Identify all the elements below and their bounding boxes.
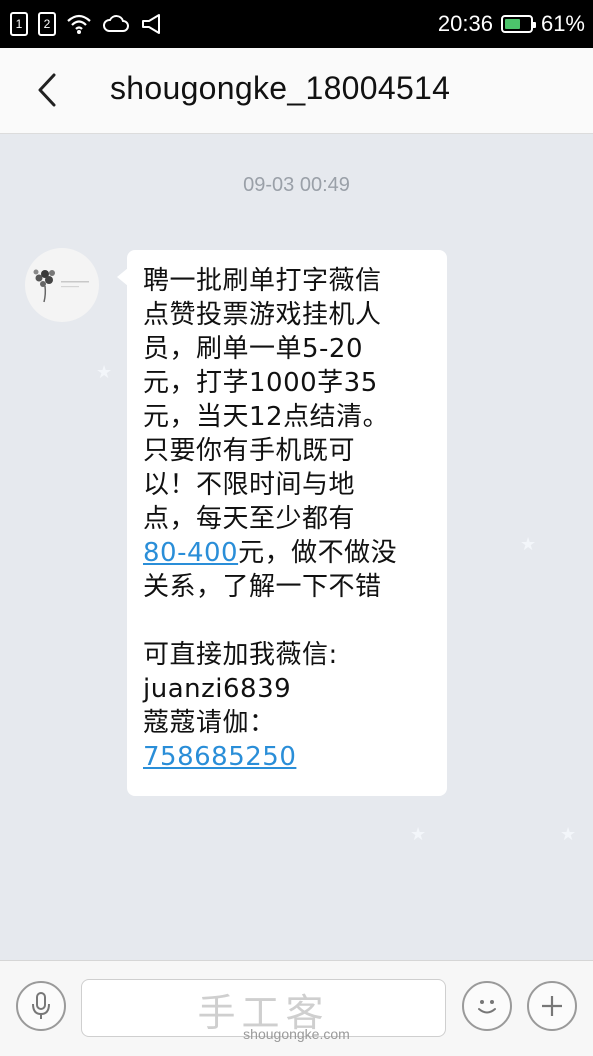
- message-text[interactable]: 聘一批刷单打字薇信 点赞投票游戏挂机人 员，刷单一单5-20 元，打芓1000芓…: [143, 264, 437, 774]
- plus-icon: [542, 996, 562, 1016]
- chevron-left-icon: [38, 73, 56, 107]
- input-bar: 手工客 shougongke.com: [0, 960, 593, 1056]
- message-bubble[interactable]: 聘一批刷单打字薇信 点赞投票游戏挂机人 员，刷单一单5-20 元，打芓1000芓…: [117, 250, 447, 796]
- back-button[interactable]: [22, 64, 72, 116]
- clock: 20:36: [437, 11, 493, 36]
- chat-area[interactable]: ★ ★ ★ ★ 09-03 00:49 聘一批刷单打字薇信 点赞投票游戏挂机人 …: [0, 134, 593, 960]
- sim-1-icon: 1: [10, 12, 28, 36]
- smiley-icon: [478, 1000, 496, 1014]
- phone-number-link[interactable]: 758685250: [143, 742, 296, 772]
- battery-percent: 61%: [540, 11, 585, 36]
- avatar-flower-image: [33, 269, 89, 303]
- background-star: ★: [410, 824, 427, 845]
- wifi-icon: [67, 14, 91, 34]
- sim-2-icon: 2: [38, 12, 56, 36]
- watermark-url: shougongke.com: [243, 1026, 350, 1042]
- emoji-button[interactable]: [462, 981, 512, 1031]
- status-left: 1 2: [10, 10, 166, 38]
- microphone-icon: [32, 992, 50, 1019]
- sender-avatar[interactable]: [25, 248, 99, 322]
- message-text-part2: 元，做不做没 关系，了解一下不错 可直接加我薇信: juanzi6839 蔻蔻请…: [143, 538, 398, 738]
- battery-fill: [504, 19, 520, 29]
- mute-icon: [142, 14, 160, 34]
- voice-button[interactable]: [16, 981, 66, 1031]
- background-star: ★: [560, 824, 577, 845]
- status-right: 20:36 61%: [438, 0, 585, 48]
- amount-link[interactable]: 80-400: [143, 538, 238, 568]
- battery-icon: [500, 15, 536, 33]
- cloud-icon: [103, 15, 129, 32]
- background-star: ★: [520, 534, 537, 555]
- message-text-part1: 聘一批刷单打字薇信 点赞投票游戏挂机人 员，刷单一单5-20 元，打芓1000芓…: [143, 266, 390, 534]
- contact-title: shougongke_18004514: [110, 70, 451, 106]
- status-bar: 1 2 20:36 61%: [0, 0, 593, 48]
- sim-2-label: 2: [43, 17, 51, 31]
- background-star: ★: [96, 362, 113, 383]
- add-button[interactable]: [527, 981, 577, 1031]
- sim-1-label: 1: [15, 17, 23, 31]
- conversation-header: shougongke_18004514: [0, 48, 593, 134]
- message-timestamp: 09-03 00:49: [243, 174, 350, 196]
